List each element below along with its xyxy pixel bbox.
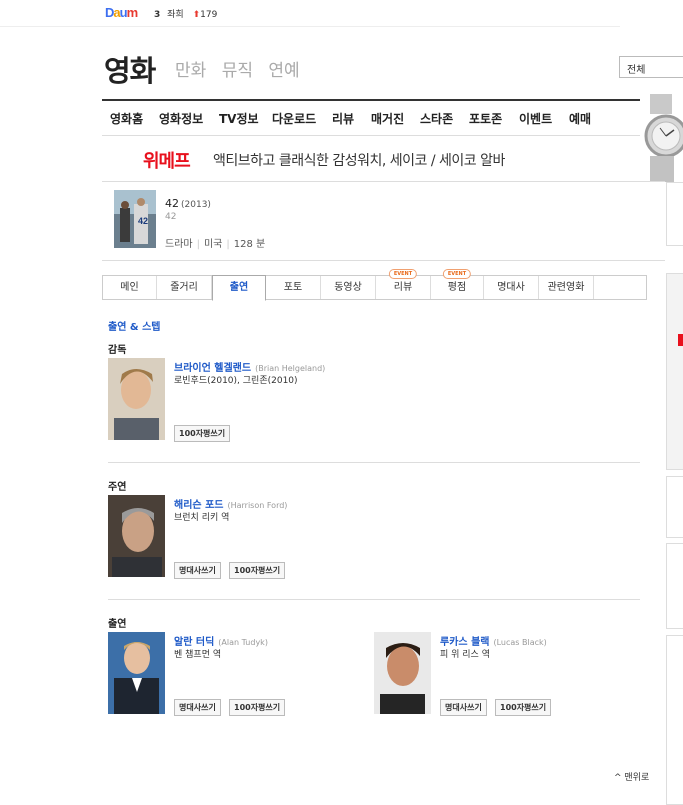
- support-label: 출연: [108, 619, 127, 630]
- tab-review[interactable]: EVENT 리뷰: [376, 269, 431, 299]
- rank-up-icon: ⬆: [192, 10, 201, 20]
- tab-main[interactable]: 메인: [103, 276, 157, 299]
- nav-item-event[interactable]: 이벤트: [519, 110, 552, 127]
- right-rail-box: [666, 635, 683, 805]
- director-name[interactable]: 브라이언 헬겔랜드 (Brian Helgeland): [174, 359, 325, 374]
- tab-related[interactable]: 관련영화: [539, 276, 594, 299]
- tab-label: 줄거리: [170, 282, 198, 293]
- nav-item-starzone[interactable]: 스타존: [420, 110, 453, 127]
- cast-section-title: 출연 & 스텝: [108, 322, 161, 333]
- nav-item-tv-info[interactable]: TV정보: [219, 110, 259, 127]
- nav-item-magazine[interactable]: 매거진: [371, 110, 404, 127]
- director-label: 감독: [108, 345, 127, 356]
- quote-write-button[interactable]: 명대사쓰기: [440, 699, 487, 716]
- support-photo-2[interactable]: [374, 632, 431, 714]
- watch-ad-image[interactable]: [640, 94, 683, 182]
- tab-label: 메인: [120, 282, 139, 293]
- movie-original-title: 42: [165, 212, 177, 222]
- right-rail-box: [666, 476, 683, 538]
- lead-name[interactable]: 해리슨 포드 (Harrison Ford): [174, 496, 287, 511]
- tab-quotes[interactable]: 명대사: [484, 276, 539, 299]
- lead-label: 주연: [108, 482, 127, 493]
- movie-country: 미국: [203, 239, 223, 250]
- support-name-en: (Lucas Black): [493, 638, 547, 647]
- director-filmography: 로빈후드(2010), 그린존(2010): [174, 376, 298, 386]
- support-photo-1[interactable]: [108, 632, 165, 714]
- category-link-music[interactable]: 뮤직: [222, 61, 253, 81]
- poster-number: 42: [138, 216, 148, 226]
- tab-label: 평점: [447, 282, 467, 293]
- right-rail-ad[interactable]: [666, 273, 683, 470]
- tab-photo[interactable]: 포토: [266, 276, 321, 299]
- support-name-en: (Alan Tudyk): [218, 638, 268, 647]
- director-photo[interactable]: [108, 358, 165, 440]
- daum-logo[interactable]: Daum: [105, 5, 139, 20]
- quote-write-button[interactable]: 명대사쓰기: [174, 699, 221, 716]
- support-name-2[interactable]: 루카스 블랙 (Lucas Black): [440, 633, 547, 648]
- tab-label: 포토: [283, 282, 303, 293]
- search-scope-select[interactable]: 전체: [619, 56, 683, 78]
- movie-genre: 드라마: [165, 239, 193, 250]
- lead-photo[interactable]: [108, 495, 165, 577]
- movie-poster[interactable]: 42: [114, 190, 156, 248]
- lead-role: 브런치 리키 역: [174, 513, 230, 523]
- section-divider: [108, 462, 640, 463]
- rank-change: 179: [200, 10, 218, 20]
- nav-item-movie-info[interactable]: 영화정보: [159, 110, 203, 127]
- nav-item-review[interactable]: 리뷰: [332, 110, 354, 127]
- right-rail-box: [666, 182, 683, 246]
- page-title: 영화: [104, 54, 156, 88]
- search-scope-value: 전체: [627, 65, 646, 76]
- logo-letter-m: m: [126, 5, 139, 20]
- nav-item-download[interactable]: 다운로드: [272, 110, 316, 127]
- nav-item-movie-home[interactable]: 영화홈: [110, 110, 143, 127]
- tab-label: 리뷰: [393, 282, 413, 293]
- back-to-top-link[interactable]: ^ 맨위로: [614, 770, 649, 783]
- tab-label: 출연: [229, 282, 249, 293]
- support-role-1: 벤 챔프먼 역: [174, 650, 222, 660]
- category-link-entertainment[interactable]: 연예: [268, 61, 299, 81]
- event-badge: EVENT: [388, 269, 418, 279]
- movie-runtime: 128 분: [233, 239, 266, 250]
- category-link-comics[interactable]: 만화: [175, 61, 206, 81]
- tab-label: 동영상: [334, 282, 362, 293]
- nav-item-ticketing[interactable]: 예매: [569, 110, 591, 127]
- movie-tabs: 메인 줄거리 출연 포토 동영상 EVENT 리뷰 EVENT 평점 명대사 관련영…: [102, 269, 647, 301]
- review-write-button[interactable]: 100자평쓰기: [229, 699, 286, 716]
- quote-write-button[interactable]: 명대사쓰기: [174, 562, 221, 579]
- director-name-en: (Brian Helgeland): [255, 364, 326, 373]
- tab-label: 관련영화: [547, 282, 585, 293]
- movie-year: (2013): [181, 200, 211, 210]
- tab-rating[interactable]: EVENT 평점: [431, 269, 484, 299]
- support-name-1[interactable]: 알란 터딕 (Alan Tudyk): [174, 633, 268, 648]
- review-write-button[interactable]: 100자평쓰기: [495, 699, 552, 716]
- movie-title-line: 42 (2013): [165, 197, 211, 210]
- tab-cast[interactable]: 출연: [212, 275, 266, 301]
- event-badge: EVENT: [442, 269, 472, 279]
- rank-number: 3: [154, 10, 161, 20]
- banner-brand[interactable]: 위메프: [143, 147, 191, 173]
- tab-label: 명대사: [497, 282, 525, 293]
- tab-synopsis[interactable]: 줄거리: [157, 276, 212, 299]
- tab-video[interactable]: 동영상: [321, 276, 376, 299]
- realtime-rank[interactable]: 3 좌희 ⬆179: [154, 7, 217, 20]
- nav-item-photozone[interactable]: 포토존: [469, 110, 502, 127]
- rail-ad-accent: [678, 334, 683, 346]
- rank-label: 좌희: [167, 10, 184, 20]
- review-write-button[interactable]: 100자평쓰기: [174, 425, 231, 442]
- support-role-2: 피 위 리스 역: [440, 650, 490, 660]
- main-nav: 영화홈 영화정보 TV정보 다운로드 리뷰 매거진 스타존 포토존 이벤트 예매: [102, 99, 683, 136]
- category-links: 만화 뮤직 연예: [175, 56, 300, 81]
- section-divider: [108, 599, 640, 600]
- banner-text[interactable]: 액티브하고 클래식한 감성워치, 세이코 / 세이코 알바: [213, 150, 505, 170]
- review-write-button[interactable]: 100자평쓰기: [229, 562, 286, 579]
- lead-name-en: (Harrison Ford): [227, 501, 288, 510]
- movie-meta: 드라마 | 미국 | 128 분: [165, 239, 266, 250]
- right-rail-box: [666, 543, 683, 629]
- logo-letter-u: u: [119, 5, 128, 20]
- top-bar: [0, 0, 620, 27]
- movie-title[interactable]: 42: [165, 197, 179, 210]
